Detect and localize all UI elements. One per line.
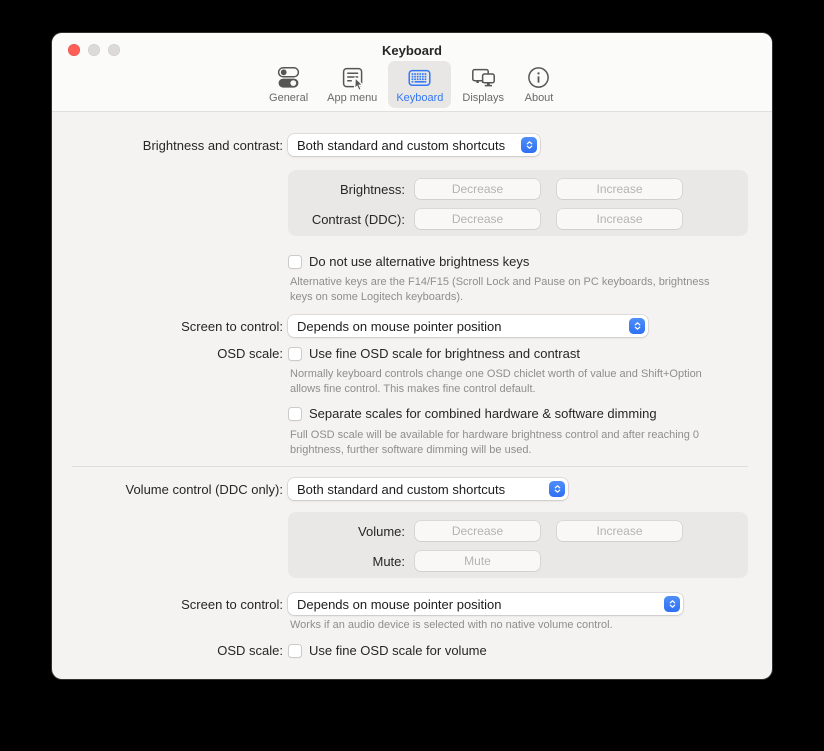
brightness-label: Brightness: — [288, 182, 405, 197]
tab-about[interactable]: About — [515, 61, 563, 108]
contrast-increase-button[interactable]: Increase — [557, 209, 682, 229]
toggles-icon — [275, 64, 302, 91]
window-title: Keyboard — [52, 33, 772, 58]
brightness-shortcuts-value: Both standard and custom shortcuts — [297, 138, 521, 153]
section-divider — [72, 466, 748, 467]
screen-to-control-row: Screen to control: Depends on mouse poin… — [52, 315, 772, 337]
separate-scales-row: Separate scales for combined hardware & … — [52, 406, 772, 421]
mute-label: Mute: — [288, 554, 405, 569]
fine-osd-checkbox[interactable] — [288, 347, 302, 361]
alt-keys-checkbox[interactable] — [288, 255, 302, 269]
titlebar-toolbar: Keyboard General App — [52, 33, 772, 112]
contrast-buttons-row: Contrast (DDC): Decrease Increase — [288, 209, 748, 229]
displays-icon — [470, 64, 497, 91]
volume-screen-to-control-row: Screen to control: Depends on mouse poin… — [52, 593, 772, 615]
volume-buttons-row: Volume: Decrease Increase — [288, 521, 748, 541]
zoom-button — [108, 44, 120, 56]
volume-shortcuts-row: Volume control (DDC only): Both standard… — [52, 478, 772, 500]
tab-displays-label: Displays — [462, 92, 504, 104]
brightness-shortcuts-label: Brightness and contrast: — [52, 138, 288, 153]
screen-to-control-value: Depends on mouse pointer position — [297, 319, 629, 334]
tab-general-label: General — [269, 92, 308, 104]
popup-chevrons-icon — [664, 596, 680, 612]
contrast-label: Contrast (DDC): — [288, 212, 405, 227]
tab-app-menu[interactable]: App menu — [319, 61, 385, 108]
tab-keyboard[interactable]: Keyboard — [388, 61, 451, 108]
volume-increase-button[interactable]: Increase — [557, 521, 682, 541]
volume-osd-scale-label: OSD scale: — [52, 643, 288, 658]
screen-to-control-label: Screen to control: — [52, 319, 288, 334]
brightness-increase-button[interactable]: Increase — [557, 179, 682, 199]
screen-to-control-popup[interactable]: Depends on mouse pointer position — [288, 315, 648, 337]
tab-about-label: About — [525, 92, 554, 104]
desktop: { "colors": { "accent": "#3478f6", "clos… — [0, 0, 824, 751]
osd-scale-label: OSD scale: — [52, 346, 288, 361]
menu-cursor-icon — [339, 64, 366, 91]
volume-shortcuts-label: Volume control (DDC only): — [52, 482, 288, 497]
brightness-decrease-button[interactable]: Decrease — [415, 179, 540, 199]
separate-scales-help-text: Full OSD scale will be available for har… — [290, 428, 735, 457]
volume-screen-to-control-label: Screen to control: — [52, 597, 288, 612]
volume-screen-help-text: Works if an audio device is selected wit… — [290, 618, 735, 633]
popup-chevrons-icon — [629, 318, 645, 334]
separate-scales-checkbox[interactable] — [288, 407, 302, 421]
alt-keys-row: Do not use alternative brightness keys — [52, 254, 772, 269]
preferences-window: Keyboard General App — [52, 33, 772, 679]
brightness-buttons-row: Brightness: Decrease Increase — [288, 179, 748, 199]
volume-screen-to-control-value: Depends on mouse pointer position — [297, 597, 664, 612]
fine-volume-osd-checkbox[interactable] — [288, 644, 302, 658]
fine-volume-osd-checkbox-label: Use fine OSD scale for volume — [309, 643, 487, 658]
popup-chevrons-icon — [549, 481, 565, 497]
toolbar: General App menu — [52, 61, 772, 108]
fine-osd-help-text: Normally keyboard controls change one OS… — [290, 367, 735, 396]
contrast-decrease-button[interactable]: Decrease — [415, 209, 540, 229]
volume-mute-groupbox: Volume: Decrease Increase Mute: Mute — [288, 512, 748, 578]
popup-chevrons-icon — [521, 137, 537, 153]
mute-button[interactable]: Mute — [415, 551, 540, 571]
info-icon — [525, 64, 552, 91]
minimize-button — [88, 44, 100, 56]
tab-general[interactable]: General — [261, 61, 316, 108]
brightness-shortcuts-row: Brightness and contrast: Both standard a… — [52, 134, 772, 156]
close-button[interactable] — [68, 44, 80, 56]
tab-app-menu-label: App menu — [327, 92, 377, 104]
volume-shortcuts-value: Both standard and custom shortcuts — [297, 482, 549, 497]
keyboard-pane: Brightness and contrast: Both standard a… — [52, 112, 772, 679]
volume-decrease-button[interactable]: Decrease — [415, 521, 540, 541]
brightness-shortcuts-popup[interactable]: Both standard and custom shortcuts — [288, 134, 540, 156]
traffic-lights — [68, 44, 120, 56]
keyboard-icon — [406, 64, 433, 91]
tab-displays[interactable]: Displays — [454, 61, 512, 108]
fine-osd-checkbox-label: Use fine OSD scale for brightness and co… — [309, 346, 580, 361]
separate-scales-checkbox-label: Separate scales for combined hardware & … — [309, 406, 657, 421]
osd-scale-row: OSD scale: Use fine OSD scale for bright… — [52, 346, 772, 361]
mute-button-row: Mute: Mute — [288, 551, 748, 571]
volume-label: Volume: — [288, 524, 405, 539]
alt-keys-help-text: Alternative keys are the F14/F15 (Scroll… — [290, 275, 735, 304]
alt-keys-checkbox-label: Do not use alternative brightness keys — [309, 254, 529, 269]
volume-osd-scale-row: OSD scale: Use fine OSD scale for volume — [52, 643, 772, 658]
volume-shortcuts-popup[interactable]: Both standard and custom shortcuts — [288, 478, 568, 500]
volume-screen-to-control-popup[interactable]: Depends on mouse pointer position — [288, 593, 683, 615]
tab-keyboard-label: Keyboard — [396, 92, 443, 104]
brightness-contrast-groupbox: Brightness: Decrease Increase Contrast (… — [288, 170, 748, 236]
